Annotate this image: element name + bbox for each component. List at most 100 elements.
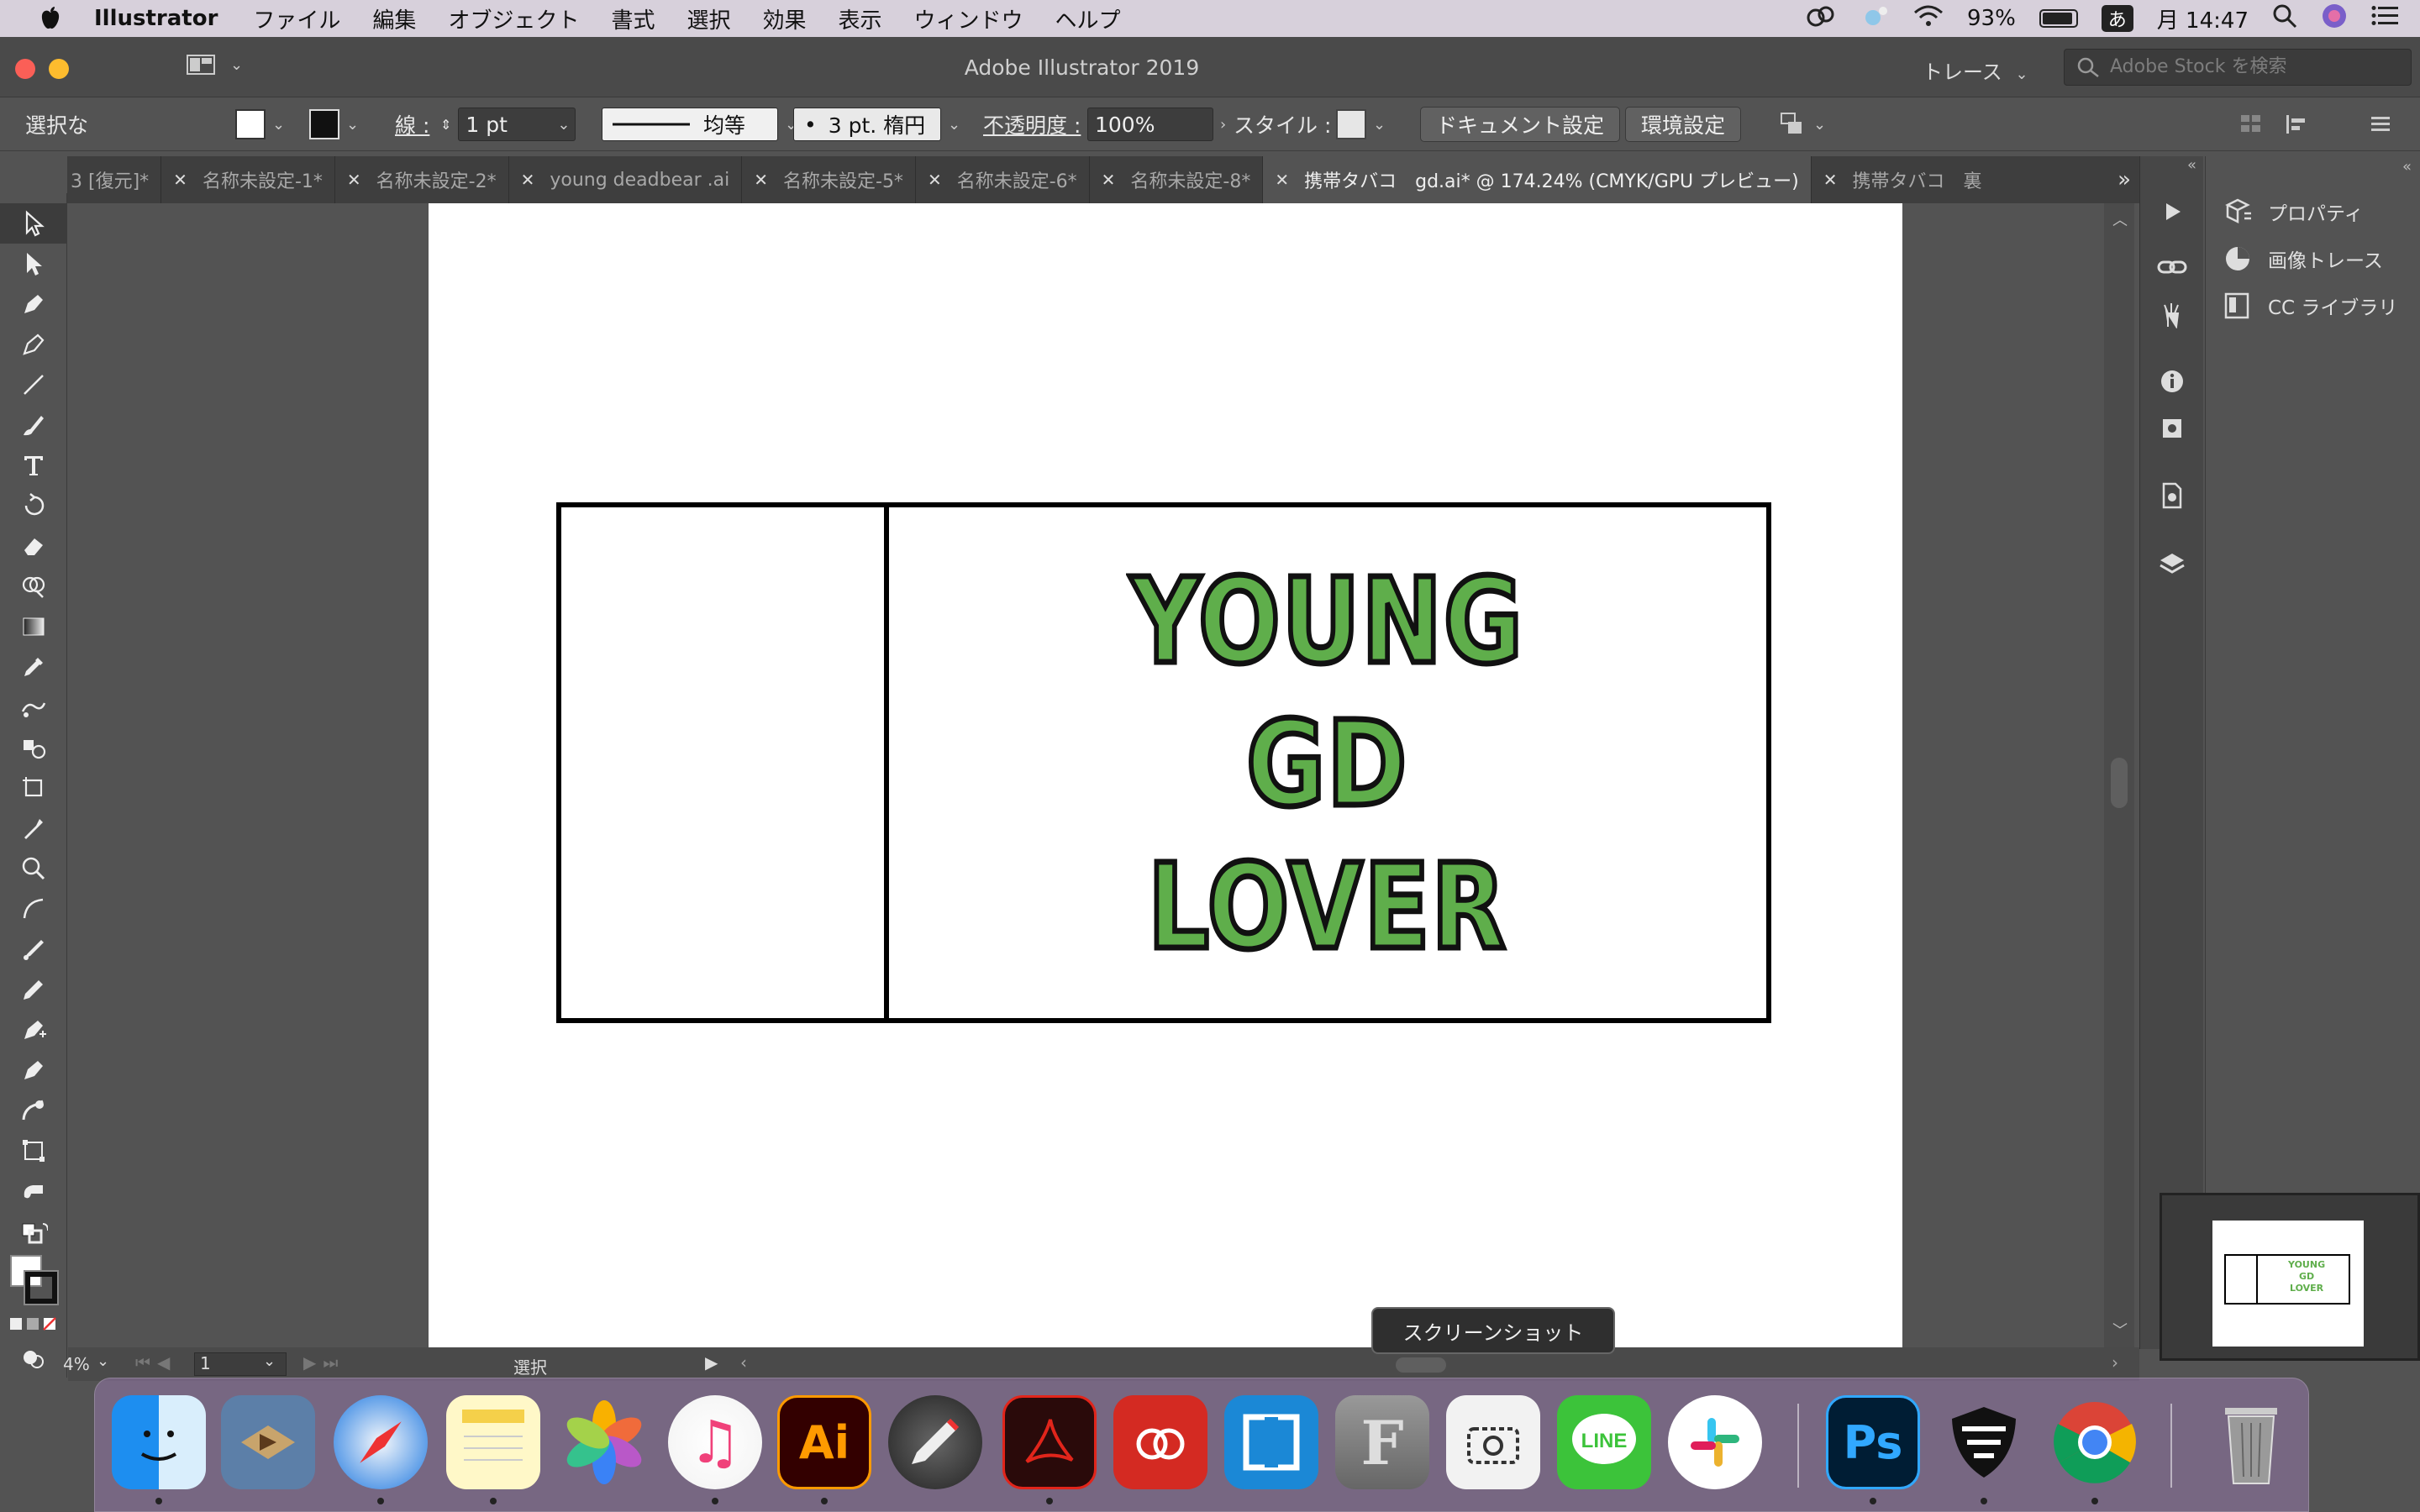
artboard-chevron-down-icon[interactable]: ⌄ <box>263 1352 276 1370</box>
opacity-field[interactable]: 100% <box>1087 108 1213 141</box>
menu-edit[interactable]: 編集 <box>372 3 416 34</box>
tab-untitled-1[interactable]: ✕ 名称未設定-1* <box>161 156 335 203</box>
artwork-text-group[interactable]: YOUNG GD LOVER <box>889 551 1766 979</box>
collapse-dock-icon[interactable]: « <box>2140 156 2203 188</box>
next-last-artboard-icon[interactable]: ▶⏭ <box>303 1352 345 1373</box>
artboard[interactable]: YOUNG GD LOVER <box>429 203 1902 1347</box>
status-mode[interactable]: 選択 <box>513 1354 547 1378</box>
more-tabs-icon[interactable]: » <box>2106 156 2143 203</box>
scroll-left-icon[interactable]: ‹ <box>740 1352 747 1373</box>
acrobat-app-icon[interactable] <box>1002 1395 1097 1489</box>
slack-app-icon[interactable] <box>1668 1395 1762 1489</box>
stroke-color-swatch[interactable] <box>24 1270 59 1305</box>
stroke-swatch[interactable] <box>309 109 339 139</box>
scroll-up-icon[interactable]: ︿ <box>2112 208 2128 230</box>
menu-effect[interactable]: 効果 <box>762 3 806 34</box>
artwork-frame[interactable]: YOUNG GD LOVER <box>556 502 1771 1023</box>
itunes-app-icon[interactable]: ♫ <box>668 1395 762 1489</box>
color-mode-icons[interactable] <box>0 1309 67 1339</box>
rotate-tool-icon[interactable] <box>0 486 67 526</box>
tab-untitled-6[interactable]: ✕ 名称未設定-6* <box>916 156 1090 203</box>
close-tab-icon[interactable]: ✕ <box>521 170 535 190</box>
anchor-point-add-tool-icon[interactable] <box>0 1010 67 1050</box>
warp-tool-icon[interactable] <box>0 1090 67 1131</box>
pencil-tool-icon[interactable] <box>0 969 67 1010</box>
input-method-indicator[interactable]: あ <box>2101 5 2133 32</box>
scroll-down-icon[interactable]: ﹀ <box>2112 1319 2128 1341</box>
safari-app-icon[interactable] <box>334 1395 428 1489</box>
shape-builder-tool-icon[interactable] <box>0 566 67 606</box>
chevron-down-icon[interactable]: ⌄ <box>272 116 285 134</box>
chevron-down-icon[interactable]: ⌄ <box>948 116 960 134</box>
document-info-icon[interactable] <box>2140 405 2204 452</box>
zoom-tool-icon[interactable] <box>0 848 67 889</box>
spotlight-search-icon[interactable] <box>2272 3 2297 34</box>
menu-object[interactable]: オブジェクト <box>448 3 579 34</box>
direct-selection-tool-icon[interactable] <box>0 244 67 284</box>
siri-icon[interactable] <box>2321 3 2348 35</box>
horizontal-scrollbar[interactable]: ‹ › <box>740 1352 2118 1376</box>
brush-definition[interactable]: • 3 pt. 楕円 ⌄ <box>793 108 960 141</box>
menu-type[interactable]: 書式 <box>611 3 655 34</box>
screenium-app-icon[interactable] <box>1224 1395 1318 1489</box>
stepper-arrows-icon[interactable]: ⇕ <box>440 117 451 133</box>
font-book-app-icon[interactable]: F <box>1335 1395 1429 1489</box>
status-menu-arrow-icon[interactable]: ▶ <box>705 1352 718 1373</box>
document-settings-button[interactable]: ドキュメント設定 <box>1420 107 1621 142</box>
paintbrush-tool-icon[interactable] <box>0 405 67 445</box>
scroll-right-icon[interactable]: › <box>2112 1352 2118 1373</box>
opacity-control[interactable]: 100% › <box>1087 108 1226 141</box>
artwork-line-lover[interactable]: LOVER <box>1145 837 1508 979</box>
stroke-color-control[interactable]: ⌄ <box>309 108 359 141</box>
curvature-tool-icon[interactable] <box>0 324 67 365</box>
collapse-panel-icon[interactable]: « <box>2402 158 2412 176</box>
panel-image-trace[interactable]: 画像トレース <box>2223 244 2383 274</box>
close-tab-icon[interactable]: ✕ <box>173 170 187 190</box>
close-tab-icon[interactable]: ✕ <box>754 170 768 190</box>
battery-icon[interactable] <box>2039 9 2078 28</box>
arrange-icon[interactable]: ⌄ <box>1778 108 1826 141</box>
variable-width-profile[interactable]: 均等 ⌄ <box>602 108 797 141</box>
sync-status-icon[interactable] <box>1861 4 1890 34</box>
artwork-line-gd[interactable]: GD <box>1244 694 1410 837</box>
menu-select[interactable]: 選択 <box>687 3 730 34</box>
vertical-scrollbar[interactable]: ︿ ﹀ <box>2104 203 2134 1347</box>
default-fill-stroke-icon[interactable] <box>0 1220 67 1250</box>
menu-view[interactable]: 表示 <box>839 3 882 34</box>
stroke-label[interactable]: 線 : <box>395 108 429 141</box>
notification-center-icon[interactable] <box>2371 4 2400 34</box>
menu-file[interactable]: ファイル <box>253 3 340 34</box>
tab-untitled-5[interactable]: ✕ 名称未設定-5* <box>742 156 916 203</box>
chevron-down-icon[interactable]: ⌄ <box>346 116 359 134</box>
finder-app-icon[interactable] <box>112 1395 206 1489</box>
chevron-down-icon[interactable]: ⌄ <box>557 116 570 134</box>
drawing-mode-icon[interactable] <box>0 1339 67 1379</box>
width-profile-field[interactable]: 均等 <box>602 108 778 141</box>
trash-icon[interactable] <box>2204 1395 2298 1489</box>
distribute-icon[interactable] <box>2284 108 2309 141</box>
opacity-label[interactable]: 不透明度 : <box>983 108 1081 141</box>
adobe-stock-search-input[interactable]: Adobe Stock を検索 <box>2064 49 2412 86</box>
pen-tool-icon[interactable] <box>0 284 67 324</box>
selection-tool-icon[interactable] <box>0 203 67 244</box>
line-app-icon[interactable]: LINE <box>1557 1395 1651 1489</box>
artboard-tool-icon[interactable] <box>0 768 67 808</box>
symbol-sprayer-tool-icon[interactable] <box>0 727 67 768</box>
close-tab-icon[interactable]: ✕ <box>1823 170 1838 190</box>
brush-field[interactable]: • 3 pt. 楕円 <box>793 108 941 141</box>
notes-app-icon[interactable] <box>446 1395 540 1489</box>
zoom-chevron-down-icon[interactable]: ⌄ <box>97 1352 109 1370</box>
arc-tool-icon[interactable] <box>0 889 67 929</box>
tab-untitled-8[interactable]: ✕ 名称未設定-8* <box>1090 156 1264 203</box>
chevron-down-icon[interactable]: ⌄ <box>1373 116 1386 134</box>
export-info-icon[interactable] <box>2140 472 2204 519</box>
type-tool-icon[interactable] <box>0 445 67 486</box>
workspace-switcher[interactable]: トレース ⌄ <box>1923 55 2028 85</box>
preferences-button[interactable]: 環境設定 <box>1625 107 1742 142</box>
actions-play-icon[interactable] <box>2140 188 2204 235</box>
photoshop-app-icon[interactable]: Ps <box>1826 1395 1920 1489</box>
links-icon[interactable] <box>2140 244 2204 291</box>
digital-color-meter-icon[interactable] <box>888 1395 982 1489</box>
screenshot-app-icon[interactable] <box>1446 1395 1540 1489</box>
tab-untitled-2[interactable]: ✕ 名称未設定-2* <box>335 156 509 203</box>
